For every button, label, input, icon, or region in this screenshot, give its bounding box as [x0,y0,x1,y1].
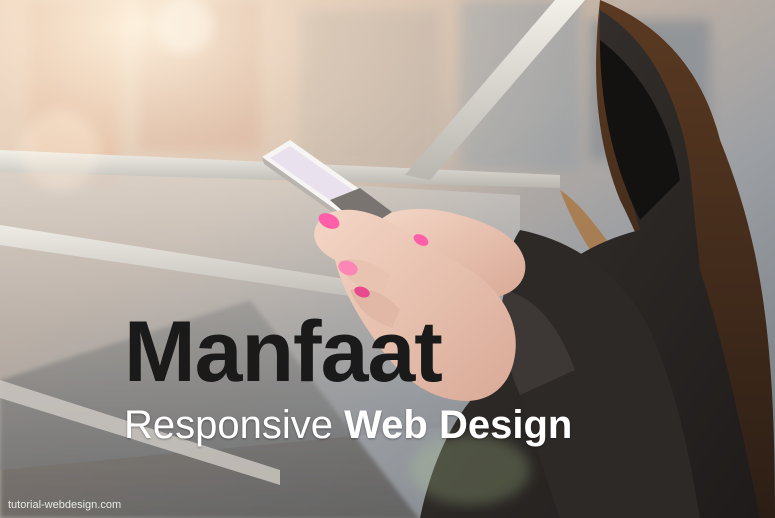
hero-image: Manfaat Responsive Web Design tutorial-w… [0,0,775,518]
subheadline-bold: Web Design [344,403,573,447]
watermark: tutorial-webdesign.com [8,499,122,511]
subheadline-light: Responsive [124,403,334,447]
subheadline: Responsive Web Design [124,405,572,445]
headline: Manfaat [124,304,443,400]
